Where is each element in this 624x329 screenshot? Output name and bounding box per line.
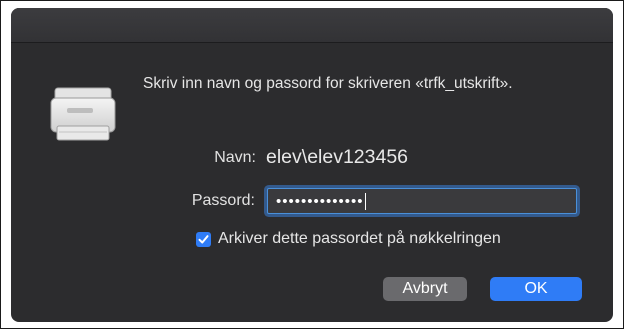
ok-button[interactable]: OK	[490, 277, 582, 301]
name-value: elev\elev123456	[266, 146, 409, 168]
password-masked-value: ••••••••••••••	[276, 192, 364, 210]
password-field[interactable]: ••••••••••••••	[267, 188, 577, 214]
screenshot-frame: Skriv inn navn og passord for skriveren …	[0, 0, 624, 329]
remember-password-label: Arkiver dette passordet på nøkkelringen	[218, 230, 501, 247]
dialog-titlebar	[11, 8, 613, 43]
name-row: Navn: elev\elev123456	[199, 146, 408, 169]
password-row: Passord: ••••••••••••••	[171, 188, 577, 214]
password-label: Passord:	[191, 192, 255, 209]
cancel-button[interactable]: Avbryt	[383, 277, 467, 301]
printer-icon	[49, 82, 117, 144]
remember-password-row[interactable]: Arkiver dette passordet på nøkkelringen	[196, 230, 501, 248]
dialog-message: Skriv inn navn og passord for skriveren …	[143, 75, 513, 92]
remember-password-checkbox[interactable]	[196, 231, 211, 247]
checkmark-icon	[198, 234, 209, 243]
text-caret	[364, 192, 366, 210]
printer-auth-dialog: Skriv inn navn og passord for skriveren …	[11, 8, 613, 322]
name-label: Navn:	[214, 148, 256, 166]
